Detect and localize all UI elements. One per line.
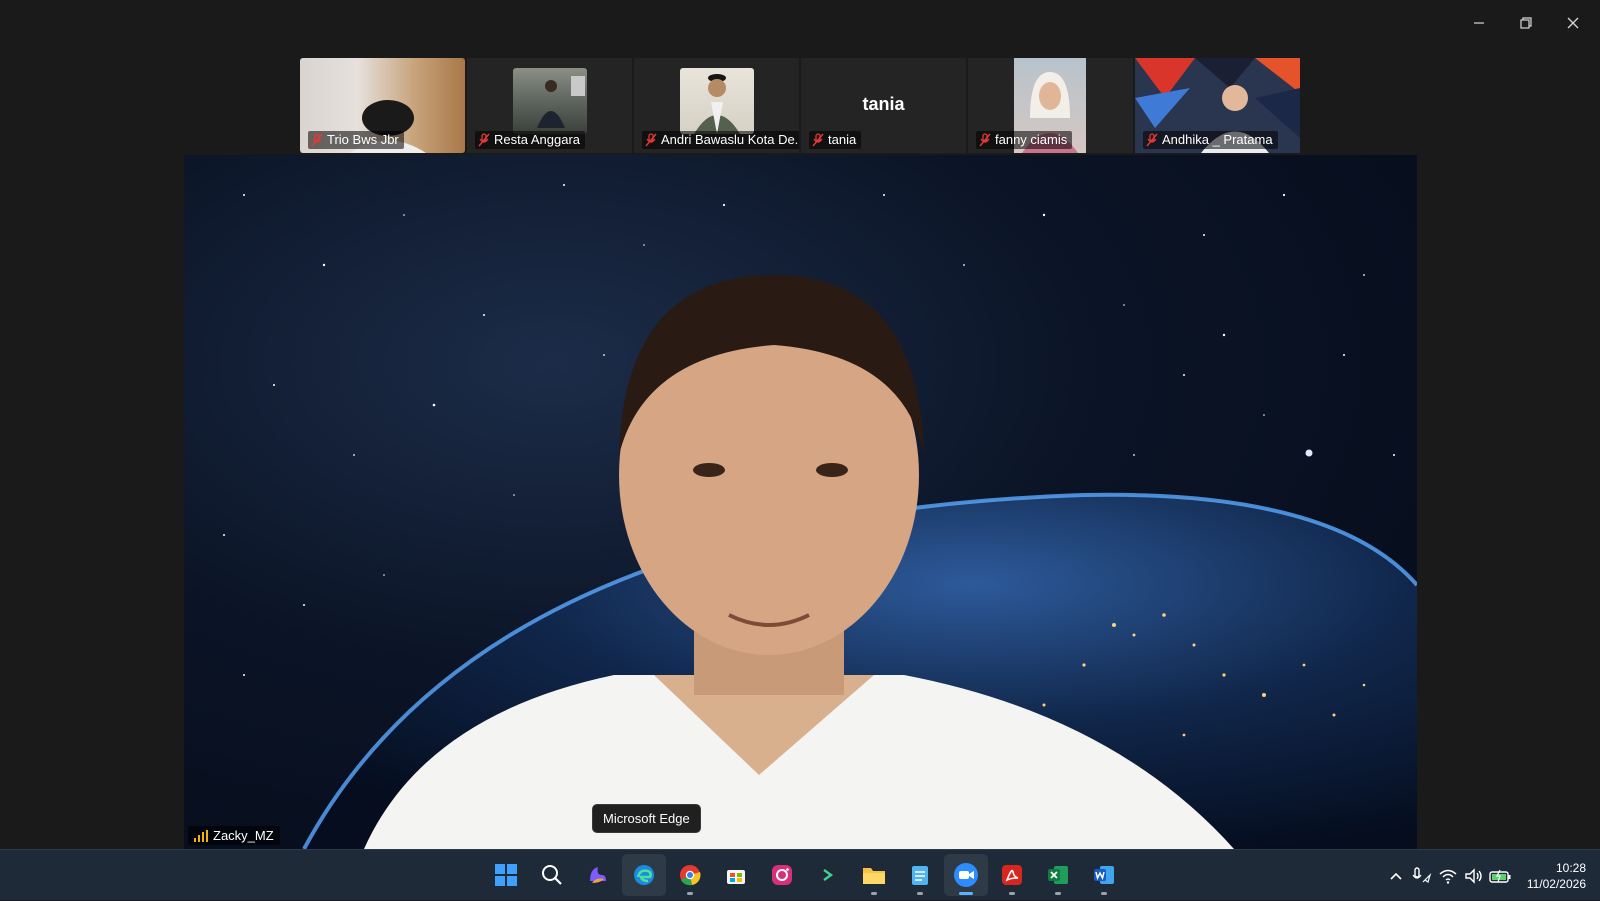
word-icon (1094, 866, 1114, 884)
participant-strip: Trio Bws Jbr Resta Anggara Andri Bawaslu… (300, 58, 1301, 153)
minimize-icon (1474, 22, 1484, 24)
mic-location-button[interactable] (1409, 863, 1435, 889)
participant-tile[interactable]: Resta Anggara (467, 58, 632, 153)
running-indicator (1009, 892, 1015, 895)
git-app-icon (819, 866, 837, 884)
participant-tile[interactable]: tania tania (801, 58, 966, 153)
search-button[interactable] (530, 854, 574, 896)
instagram-button[interactable] (760, 854, 804, 896)
folder-icon (863, 868, 885, 884)
taskbar-apps (484, 854, 1126, 896)
participant-tile[interactable]: Trio Bws Jbr (300, 58, 465, 153)
participant-tile[interactable]: fanny ciamis (968, 58, 1133, 153)
participant-display-name: tania (862, 94, 905, 114)
speaker-name: Zacky_MZ (213, 828, 274, 843)
participant-name: Trio Bws Jbr (327, 132, 399, 147)
running-indicator (687, 892, 693, 895)
clock-time: 10:28 (1555, 860, 1586, 875)
mic-muted-icon (979, 132, 991, 146)
notepad-button[interactable] (898, 854, 942, 896)
taskbar: 10:28 11/02/2026 (0, 849, 1600, 900)
chrome-icon (680, 865, 701, 886)
search-icon (542, 865, 562, 885)
zoom-icon (954, 863, 978, 887)
participant-figure (537, 76, 585, 128)
running-indicator (1101, 892, 1107, 895)
participant-label: Andhika _ Pratama (1143, 131, 1278, 149)
copilot-icon (590, 867, 606, 883)
participant-video (513, 68, 587, 134)
microphone-location-icon (1412, 866, 1432, 883)
system-tray: 10:28 11/02/2026 (1383, 850, 1600, 901)
battery-button[interactable] (1487, 863, 1513, 889)
notepad-icon (912, 866, 928, 885)
speaker-volume-icon (1465, 867, 1482, 884)
participant-tile[interactable]: Andhika _ Pratama (1135, 58, 1300, 153)
minimize-button[interactable] (1456, 8, 1502, 38)
edge-button[interactable] (622, 854, 666, 896)
running-indicator (1055, 892, 1061, 895)
participant-tile[interactable]: Andri Bawaslu Kota De... (634, 58, 799, 153)
active-indicator (959, 892, 973, 895)
chevron-up-icon (1390, 872, 1402, 880)
mic-muted-icon (812, 132, 824, 146)
speaker-virtual-background (223, 184, 1417, 849)
zoom-button[interactable] (944, 854, 988, 896)
file-explorer-button[interactable] (852, 854, 896, 896)
participant-label: Andri Bawaslu Kota De... (642, 131, 799, 149)
mic-muted-icon (645, 132, 657, 146)
excel-button[interactable] (1036, 854, 1080, 896)
restore-icon (1520, 17, 1532, 29)
participant-label: Resta Anggara (475, 131, 586, 149)
speaker-name-label: Zacky_MZ (188, 826, 280, 845)
close-button[interactable] (1550, 8, 1596, 38)
participant-video (680, 68, 754, 134)
clock[interactable]: 10:28 11/02/2026 (1513, 860, 1600, 892)
wifi-icon (1439, 869, 1457, 884)
git-app-button[interactable] (806, 854, 850, 896)
acrobat-icon (1002, 865, 1022, 885)
participant-label: Trio Bws Jbr (308, 131, 404, 149)
mic-muted-icon (1146, 132, 1158, 146)
word-button[interactable] (1082, 854, 1126, 896)
participant-label: fanny ciamis (976, 131, 1073, 149)
running-indicator (871, 892, 877, 895)
copilot-button[interactable] (576, 854, 620, 896)
taskbar-tooltip: Microsoft Edge (592, 804, 701, 833)
microsoft-store-icon (727, 870, 745, 884)
restore-button[interactable] (1503, 8, 1549, 38)
active-speaker-video[interactable]: Zacky_MZ (184, 155, 1417, 849)
start-button[interactable] (484, 854, 528, 896)
participant-name: Andri Bawaslu Kota De... (661, 132, 799, 147)
clock-date: 11/02/2026 (1526, 876, 1586, 891)
participant-name: fanny ciamis (995, 132, 1068, 147)
participant-figure (694, 74, 740, 134)
windows-start-icon (495, 864, 517, 886)
volume-button[interactable] (1461, 863, 1487, 889)
zoom-meeting-window: Trio Bws Jbr Resta Anggara Andri Bawaslu… (0, 0, 1600, 849)
wifi-button[interactable] (1435, 863, 1461, 889)
edge-icon (634, 865, 654, 885)
show-hidden-icons-button[interactable] (1383, 863, 1409, 889)
acrobat-button[interactable] (990, 854, 1034, 896)
mic-muted-icon (478, 132, 490, 146)
running-indicator (917, 892, 923, 895)
participant-name: Andhika _ Pratama (1162, 132, 1273, 147)
battery-charging-icon (1489, 869, 1511, 883)
instagram-icon (772, 865, 792, 885)
chrome-button[interactable] (668, 854, 712, 896)
excel-icon (1048, 866, 1068, 884)
store-button[interactable] (714, 854, 758, 896)
close-icon (1567, 17, 1579, 29)
participant-label: tania (809, 131, 862, 149)
participant-name: Resta Anggara (494, 132, 581, 147)
signal-bars-icon (194, 829, 208, 842)
mic-muted-icon (311, 132, 323, 146)
participant-name: tania (828, 132, 857, 147)
